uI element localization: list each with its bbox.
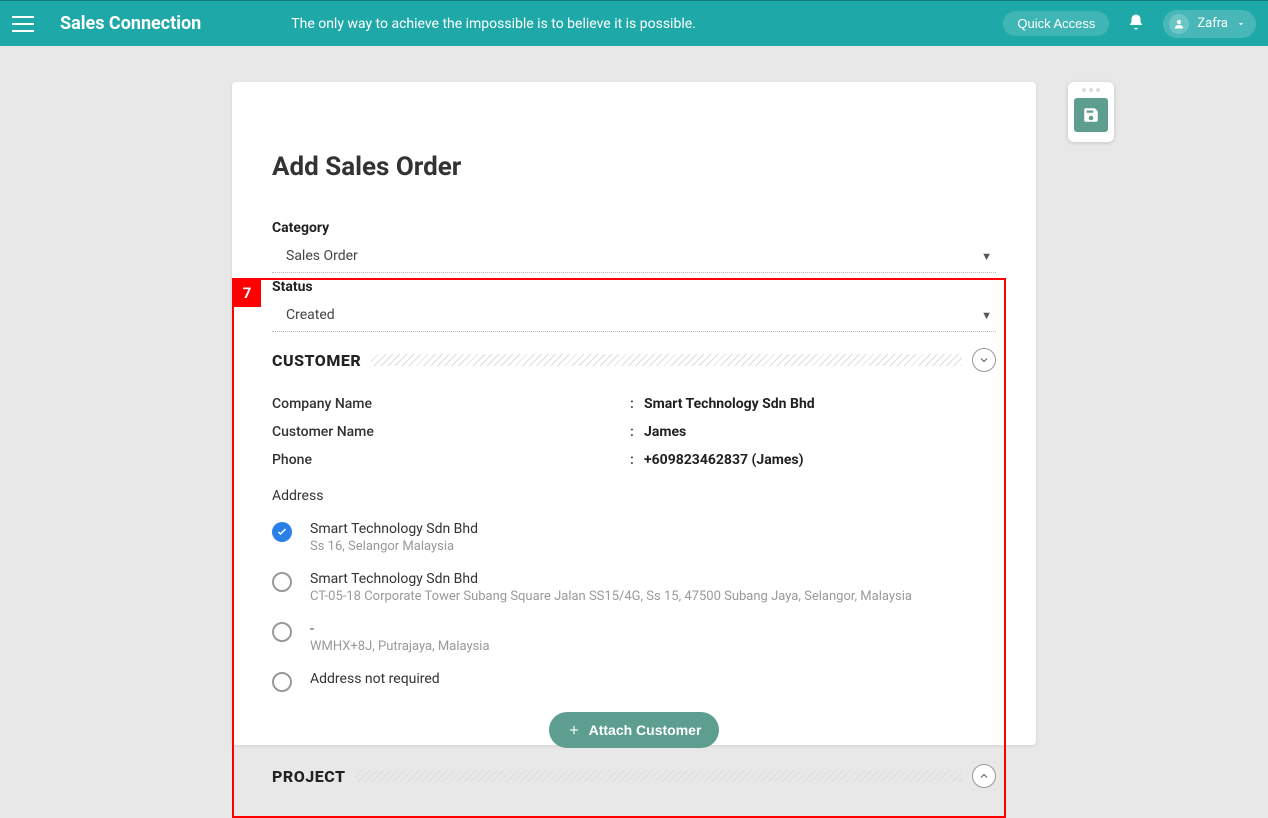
attach-customer-button[interactable]: Attach Customer — [549, 712, 720, 748]
status-value: Created — [286, 307, 335, 323]
customer-name-value: James — [644, 424, 686, 440]
section-divider — [371, 354, 962, 366]
tagline-text: The only way to achieve the impossible i… — [291, 16, 1003, 32]
save-button[interactable] — [1074, 98, 1108, 132]
radio-unchecked-icon — [272, 572, 292, 592]
status-select[interactable]: Created ▼ — [272, 299, 996, 332]
category-label: Category — [272, 220, 996, 236]
section-divider — [355, 770, 962, 782]
customer-section-header: CUSTOMER — [272, 348, 996, 372]
company-value: Smart Technology Sdn Bhd — [644, 396, 815, 412]
bell-icon[interactable] — [1127, 13, 1145, 35]
attach-customer-label: Attach Customer — [589, 722, 702, 738]
address-title: Smart Technology Sdn Bhd — [310, 521, 478, 537]
radio-unchecked-icon — [272, 622, 292, 642]
radio-unchecked-icon — [272, 672, 292, 692]
quick-access-button[interactable]: Quick Access — [1003, 11, 1109, 36]
content-area: 7 Add Sales Order Category Sales Order ▼… — [0, 46, 1268, 745]
radio-checked-icon — [272, 522, 292, 542]
form-card: 7 Add Sales Order Category Sales Order ▼… — [232, 82, 1036, 745]
address-sub: Ss 16, Selangor Malaysia — [310, 539, 478, 554]
widget-dots — [1082, 88, 1100, 92]
address-title: - — [310, 621, 490, 637]
save-widget — [1068, 82, 1114, 142]
menu-icon[interactable] — [12, 16, 34, 32]
user-menu[interactable]: Zafra — [1163, 10, 1256, 38]
project-section-header: PROJECT — [272, 764, 996, 788]
brand-title: Sales Connection — [60, 13, 201, 34]
address-option-0[interactable]: Smart Technology Sdn Bhd Ss 16, Selangor… — [272, 514, 996, 564]
plus-icon — [567, 723, 581, 737]
expand-project-button[interactable] — [972, 764, 996, 788]
chevron-down-icon — [1236, 19, 1246, 29]
address-label: Address — [272, 488, 996, 504]
customer-name-label: Customer Name — [272, 424, 630, 440]
phone-value: +609823462837 (James) — [644, 452, 804, 468]
address-title: Smart Technology Sdn Bhd — [310, 571, 912, 587]
project-section-title: PROJECT — [272, 767, 345, 786]
caret-down-icon: ▼ — [981, 250, 992, 263]
phone-label: Phone — [272, 452, 630, 468]
address-title: Address not required — [310, 671, 440, 687]
step-badge: 7 — [233, 279, 261, 307]
address-sub: WMHX+8J, Putrajaya, Malaysia — [310, 639, 490, 654]
collapse-customer-button[interactable] — [972, 348, 996, 372]
category-value: Sales Order — [286, 248, 358, 264]
customer-info: Company Name : Smart Technology Sdn Bhd … — [272, 390, 996, 474]
address-sub: CT-05-18 Corporate Tower Subang Square J… — [310, 589, 912, 604]
address-option-2[interactable]: - WMHX+8J, Putrajaya, Malaysia — [272, 614, 996, 664]
company-label: Company Name — [272, 396, 630, 412]
user-name: Zafra — [1197, 16, 1228, 31]
top-bar: Sales Connection The only way to achieve… — [0, 0, 1268, 46]
avatar-icon — [1169, 14, 1189, 34]
customer-section-title: CUSTOMER — [272, 351, 361, 370]
address-option-1[interactable]: Smart Technology Sdn Bhd CT-05-18 Corpor… — [272, 564, 996, 614]
caret-down-icon: ▼ — [981, 309, 992, 322]
page-title: Add Sales Order — [272, 152, 996, 182]
category-select[interactable]: Sales Order ▼ — [272, 240, 996, 273]
address-option-3[interactable]: Address not required — [272, 664, 996, 702]
status-label: Status — [272, 279, 996, 295]
